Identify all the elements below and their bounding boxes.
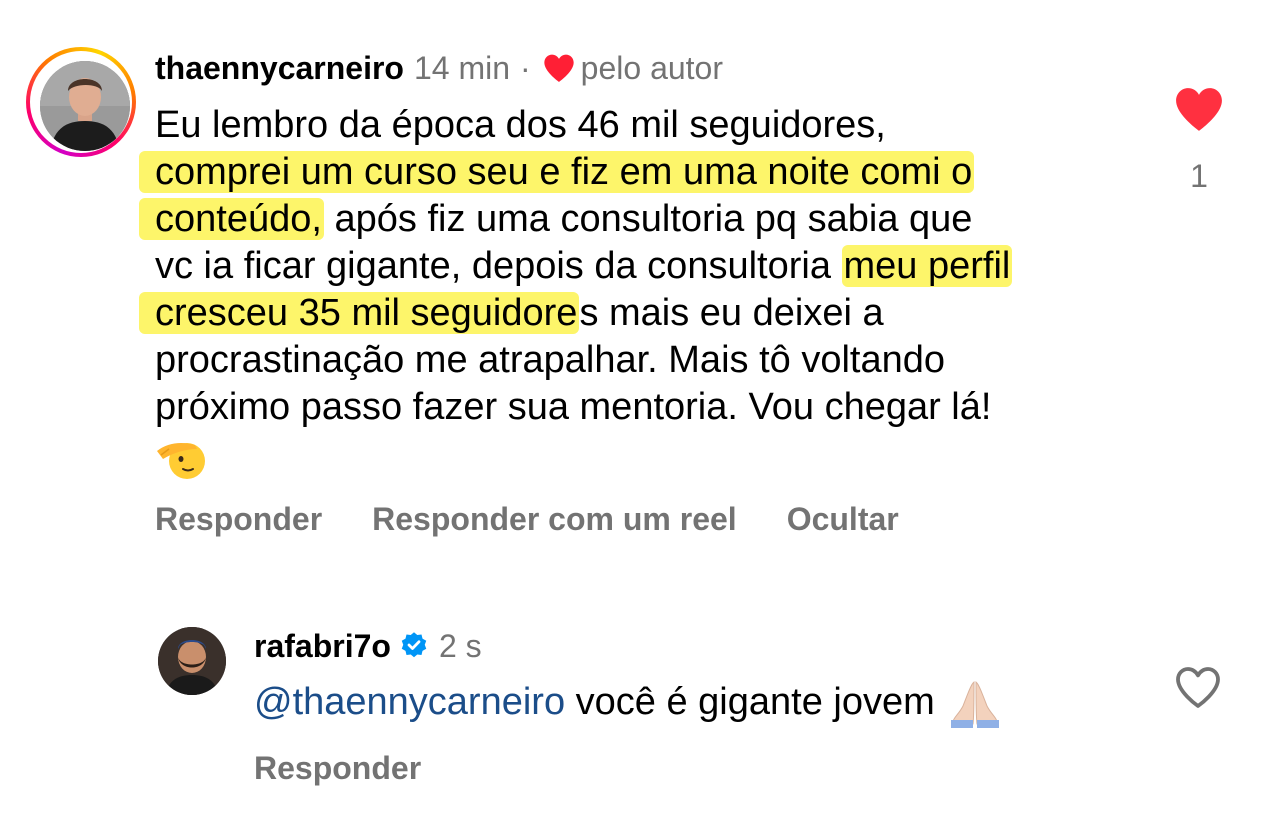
folded-hands-icon [947, 676, 1003, 728]
hide-button[interactable]: Ocultar [787, 501, 899, 538]
comment-line-text: após fiz uma consultoria pq sabia que [323, 198, 973, 240]
verified-badge-icon [399, 631, 429, 661]
comment-line: vc ia ficar gigante, depois da consultor… [155, 243, 1155, 290]
reply-text: @thaennycarneiro você é gigante jovem [254, 676, 1003, 728]
reply-username[interactable]: rafabri7o [254, 628, 391, 665]
reply-header: rafabri7o 2 s [254, 624, 482, 668]
reply-avatar[interactable] [158, 627, 226, 695]
comment-line-text: Eu lembro da época dos 46 mil seguidores… [155, 104, 886, 146]
comment-line: Eu lembro da época dos 46 mil seguidores… [155, 102, 1155, 149]
reply-avatar-image [158, 627, 226, 695]
comment-line [155, 431, 1155, 487]
comment-time: 14 min [413, 49, 511, 86]
comment-username[interactable]: thaennycarneiro [155, 50, 404, 87]
saluting-face-icon [155, 431, 207, 483]
story-ring-gap [30, 51, 132, 153]
like-heart-filled-icon[interactable] [1174, 86, 1224, 132]
author-heart-icon [543, 53, 575, 83]
highlighted-text: cresceu 35 mil seguidore [139, 292, 580, 334]
story-ring[interactable] [26, 47, 136, 157]
highlighted-text: comprei um curso seu e fiz em uma noite … [139, 151, 975, 193]
like-heart-outline-icon[interactable] [1174, 665, 1222, 709]
reply-button[interactable]: Responder [155, 501, 322, 538]
comment-line: comprei um curso seu e fiz em uma noite … [139, 149, 1155, 196]
reply-time: 2 s [438, 627, 482, 664]
comment-line-text: próximo passo fazer sua mentoria. Vou ch… [155, 386, 992, 428]
comment-header: thaennycarneiro 14 min · pelo autor [155, 46, 723, 90]
comment-line: conteúdo, após fiz uma consultoria pq sa… [139, 196, 1155, 243]
comment-line-text: procrastinação me atrapalhar. Mais tô vo… [155, 339, 945, 381]
reply-message: você é gigante jovem [565, 680, 935, 723]
comment-line: próximo passo fazer sua mentoria. Vou ch… [155, 384, 1155, 431]
reply-with-reel-button[interactable]: Responder com um reel [372, 501, 737, 538]
comment-actions: Responder Responder com um reel Ocultar [155, 497, 949, 541]
comment-text: Eu lembro da época dos 46 mil seguidores… [139, 102, 1155, 487]
like-count[interactable]: 1 [1174, 158, 1224, 195]
highlighted-text: meu perfil [841, 245, 1013, 287]
avatar-image [40, 61, 130, 151]
highlighted-text: conteúdo, [139, 198, 324, 240]
comment-line: cresceu 35 mil seguidores mais eu deixei… [139, 290, 1155, 337]
comment-line-text: s mais eu deixei a [579, 292, 884, 334]
author-like-label: pelo autor [580, 49, 723, 86]
mention-link[interactable]: @thaennycarneiro [254, 681, 565, 724]
comment-line-text: vc ia ficar gigante, depois da consultor… [155, 245, 842, 287]
avatar[interactable] [40, 61, 130, 151]
comment-line: procrastinação me atrapalhar. Mais tô vo… [155, 337, 1155, 384]
reply-actions: Responder [254, 746, 471, 790]
reply-to-reply-button[interactable]: Responder [254, 750, 421, 787]
separator-dot: · [520, 49, 531, 86]
